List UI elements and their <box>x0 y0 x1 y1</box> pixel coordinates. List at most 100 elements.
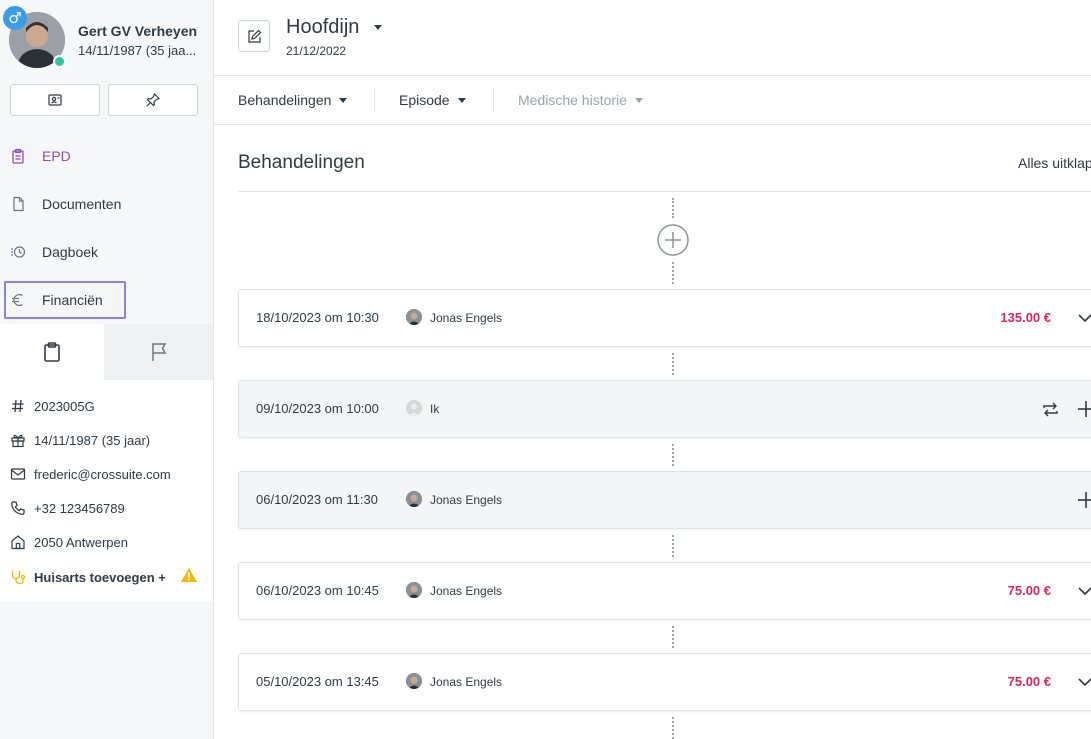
pin-icon <box>146 92 161 107</box>
patient-email-row[interactable]: frederic@crossuite.com <box>10 464 171 484</box>
add-gp-label[interactable]: Huisarts toevoegen + <box>34 570 166 585</box>
timeline-connector <box>672 626 674 648</box>
treatment-datetime: 09/10/2023 om 10:00 <box>256 401 379 416</box>
warning-icon <box>181 568 197 582</box>
gift-icon <box>11 434 25 448</box>
clipboard-icon <box>12 148 24 164</box>
treatment-datetime: 18/10/2023 om 10:30 <box>256 310 379 325</box>
title-dropdown-caret-icon[interactable] <box>374 25 382 30</box>
hash-icon <box>12 399 24 413</box>
sidebar: ♂ Gert GV Verheyen 14/11/1987 (35 jaa...… <box>0 0 214 739</box>
main-content: Hoofdijn 21/12/2022 Behandelingen Episod… <box>214 0 1091 739</box>
sidebar-item-epd[interactable]: EPD <box>4 137 126 175</box>
section-title: Behandelingen <box>238 152 365 173</box>
patient-dob: 14/11/1987 (35 jaa... <box>78 43 197 58</box>
treatment-card[interactable]: 05/10/2023 om 13:45 Jonas Engels 75.00 € <box>238 653 1091 711</box>
home-icon <box>11 535 25 550</box>
patient-card-button[interactable] <box>10 84 100 116</box>
sidebar-item-label: Financiën <box>42 292 103 308</box>
flag-icon <box>151 343 166 361</box>
page-date: 21/12/2022 <box>286 44 347 58</box>
treatment-card[interactable]: 18/10/2023 om 10:30 Jonas Engels 135.00 … <box>238 289 1091 347</box>
tab-bar: Behandelingen Episode Medische historie <box>214 76 1091 125</box>
tab-episode[interactable]: Episode <box>399 92 466 108</box>
male-gender-icon: ♂ <box>3 6 27 30</box>
patient-profile[interactable]: ♂ Gert GV Verheyen 14/11/1987 (35 jaa... <box>0 0 214 75</box>
patient-birthday: 14/11/1987 (35 jaar) <box>34 432 151 448</box>
document-icon <box>13 196 24 212</box>
timeline-connector <box>672 535 674 557</box>
treatment-card[interactable]: 06/10/2023 om 11:30 Jonas Engels <box>238 471 1091 529</box>
treatment-card[interactable]: 09/10/2023 om 10:00 Ik <box>238 380 1091 438</box>
chevron-down-icon[interactable] <box>1077 310 1091 326</box>
treatment-price: 75.00 € <box>1007 674 1051 689</box>
timeline-connector <box>672 353 674 375</box>
euro-icon <box>12 293 23 307</box>
tab-medische-historie[interactable]: Medische historie <box>518 92 643 108</box>
expand-all-button[interactable]: Alles uitklap <box>1018 155 1091 171</box>
treatment-price: 135.00 € <box>1000 310 1051 325</box>
id-card-icon <box>48 94 62 106</box>
tab-flags[interactable] <box>104 324 213 380</box>
caret-down-icon <box>634 97 643 103</box>
chevron-down-icon[interactable] <box>1077 674 1091 690</box>
edit-icon <box>247 29 261 43</box>
patient-avatar-wrap: ♂ <box>3 6 66 68</box>
online-status-dot <box>53 55 66 68</box>
chevron-down-icon[interactable] <box>1077 583 1091 599</box>
page-title[interactable]: Hoofdijn <box>286 16 359 39</box>
plus-icon[interactable] <box>1077 400 1091 418</box>
timeline-connector <box>672 717 674 739</box>
stethoscope-icon <box>11 570 26 585</box>
tab-label: Behandelingen <box>238 92 332 108</box>
mail-icon <box>10 468 26 480</box>
patient-address: 2050 Antwerpen <box>34 534 128 550</box>
patient-id-row: 2023005G <box>10 396 95 416</box>
patient-phone-row[interactable]: +32 123456789 <box>10 498 125 518</box>
add-treatment-icon[interactable] <box>657 224 689 256</box>
pin-button[interactable] <box>108 84 198 116</box>
tab-behandelingen[interactable]: Behandelingen <box>238 92 348 108</box>
add-gp-link[interactable]: Huisarts toevoegen + <box>10 567 166 587</box>
treatment-card[interactable]: 06/10/2023 om 10:45 Jonas Engels 75.00 € <box>238 562 1091 620</box>
practitioner-name: Jonas Engels <box>430 584 503 598</box>
phone-icon <box>11 501 25 515</box>
tab-divider <box>493 88 494 112</box>
tab-divider <box>374 88 375 112</box>
treatment-datetime: 06/10/2023 om 10:45 <box>256 583 379 598</box>
practitioner-avatar <box>406 400 422 416</box>
patient-name: Gert GV Verheyen <box>78 23 198 39</box>
patient-email[interactable]: frederic@crossuite.com <box>34 467 171 482</box>
sidebar-item-documenten[interactable]: Documenten <box>4 185 126 223</box>
sidebar-item-label: EPD <box>42 148 71 164</box>
patient-phone[interactable]: +32 123456789 <box>34 501 125 516</box>
practitioner-avatar <box>406 673 422 689</box>
practitioner-avatar <box>406 491 422 507</box>
practitioner-avatar <box>406 582 422 598</box>
practitioner-name: Jonas Engels <box>430 493 503 507</box>
sidebar-item-label: Documenten <box>42 196 122 212</box>
practitioner-name: Jonas Engels <box>430 675 503 689</box>
section-divider <box>238 191 1091 192</box>
timeline-connector <box>672 444 674 466</box>
tab-label: Medische historie <box>518 92 627 108</box>
sidebar-item-financien[interactable]: Financiën <box>4 281 126 319</box>
caret-down-icon <box>457 97 466 103</box>
timeline-connector <box>672 198 674 218</box>
practitioner-name: Jonas Engels <box>430 311 503 325</box>
sidebar-item-dagboek[interactable]: Dagboek <box>4 233 126 271</box>
swap-icon[interactable] <box>1042 401 1059 418</box>
tab-patient-details[interactable] <box>0 324 104 380</box>
edit-button[interactable] <box>238 20 270 52</box>
patient-tabs <box>0 324 213 380</box>
plus-icon[interactable] <box>1077 491 1091 509</box>
treatment-price: 75.00 € <box>1007 583 1051 598</box>
patient-id: 2023005G <box>34 398 95 414</box>
patient-birthday-row: 14/11/1987 (35 jaar) <box>10 430 150 450</box>
clipboard-icon <box>44 342 60 362</box>
timeline-connector <box>672 262 674 284</box>
treatment-datetime: 05/10/2023 om 13:45 <box>256 674 379 689</box>
treatment-datetime: 06/10/2023 om 11:30 <box>256 492 378 507</box>
practitioner-avatar <box>406 309 422 325</box>
patient-address-row: 2050 Antwerpen <box>10 532 128 552</box>
